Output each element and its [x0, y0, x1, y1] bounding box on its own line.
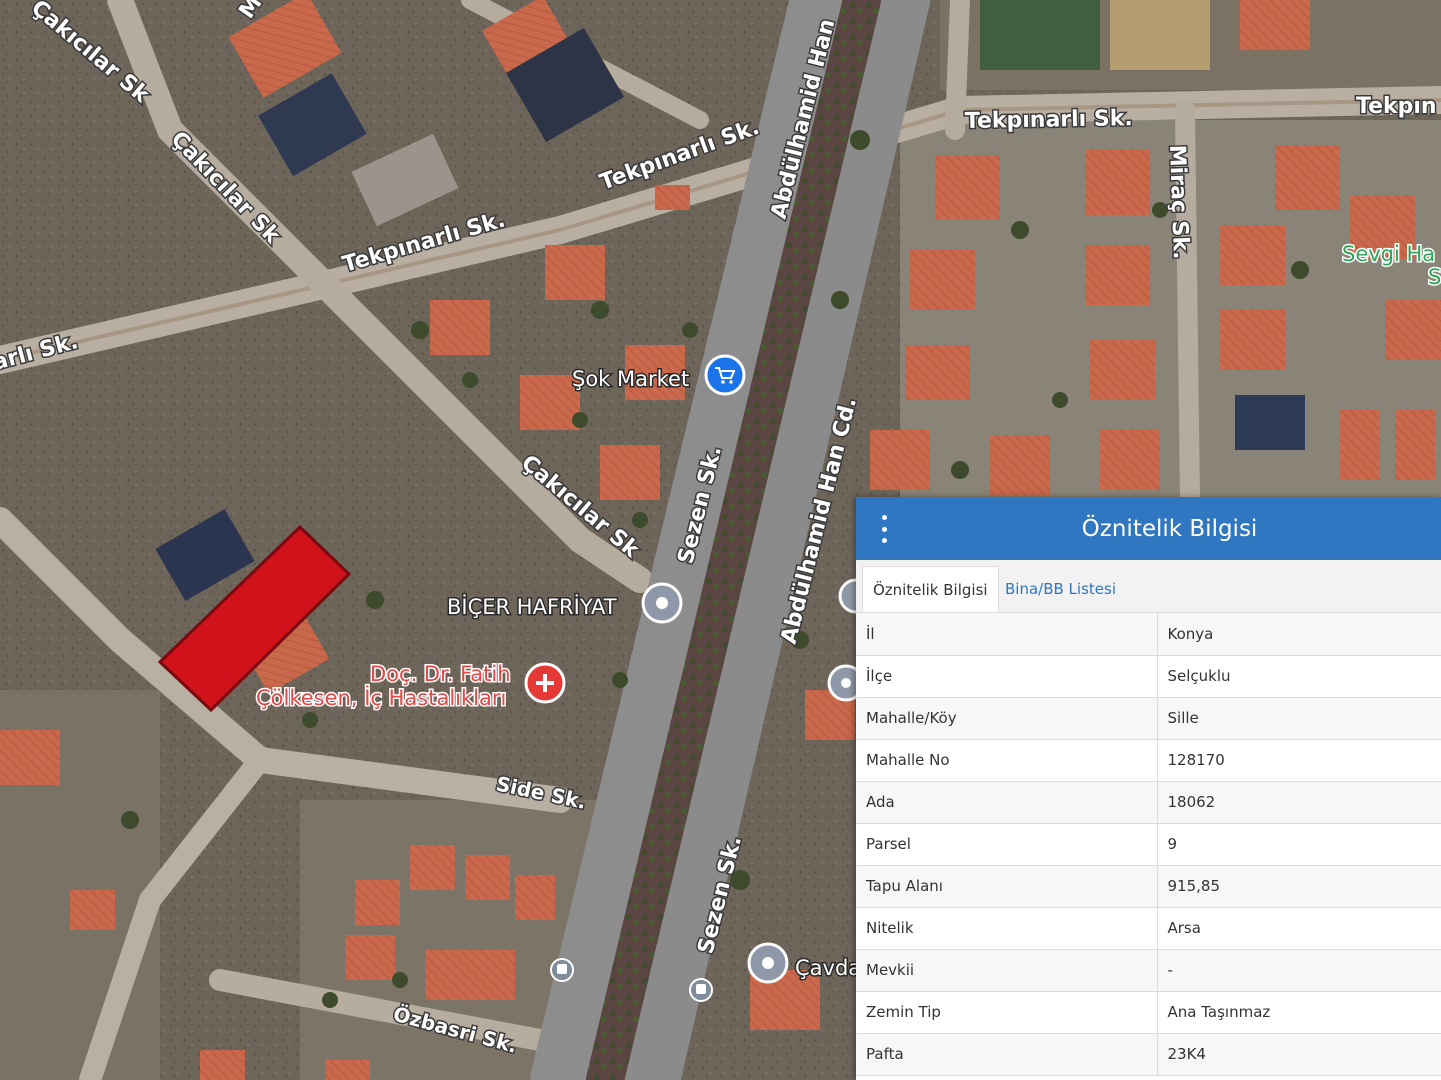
attribute-value: - [1157, 949, 1441, 992]
table-row: İl Konya [856, 613, 1441, 656]
poi-label-doctor-1: Doç. Dr. Fatih [370, 662, 511, 686]
tab-attribute-info[interactable]: Öznitelik Bilgisi [862, 566, 999, 612]
attribute-value: 9 [1157, 823, 1441, 866]
poi-label-bicer: BİÇER HAFRİYAT [447, 594, 617, 619]
poi-label-cavda: Çavda [795, 956, 861, 980]
road-label-tekpinarli-3: Tekpınarlı Sk. [965, 106, 1133, 134]
attribute-key: Tapu Alanı [856, 865, 1158, 908]
panel-header: Öznitelik Bilgisi [856, 497, 1441, 560]
attribute-value: 18062 [1157, 781, 1441, 824]
table-row: İlçe Selçuklu [856, 655, 1441, 698]
poi-label-sevgi-1: Sevgi Ha [1342, 242, 1435, 266]
attribute-value: 915,85 [1157, 865, 1441, 908]
kebab-menu-icon[interactable] [876, 515, 892, 543]
attribute-value: Ana Taşınmaz [1157, 991, 1441, 1034]
bus-stop-icon[interactable] [550, 958, 574, 982]
table-row: Parsel 9 [856, 823, 1441, 866]
attribute-key: İl [856, 613, 1158, 656]
panel-tabs: Öznitelik Bilgisi Bina/BB Listesi [856, 560, 1441, 613]
tab-building-list[interactable]: Bina/BB Listesi [995, 566, 1126, 612]
attribute-key: Ada [856, 781, 1158, 824]
table-row: Mahalle No 128170 [856, 739, 1441, 782]
table-row: Ada 18062 [856, 781, 1441, 824]
shopping-cart-icon [704, 354, 746, 396]
attribute-key: İlçe [856, 655, 1158, 698]
attribute-value: Selçuklu [1157, 655, 1441, 698]
attribute-key: Pafta [856, 1033, 1158, 1076]
attribute-value: Sille [1157, 697, 1441, 740]
attribute-value: 128170 [1157, 739, 1441, 782]
table-row: Mahalle/Köy Sille [856, 697, 1441, 740]
road-label-tekpinarli-4: Tekpın [1356, 94, 1437, 119]
attribute-key: Mahalle No [856, 739, 1158, 782]
attribute-key: Nitelik [856, 907, 1158, 950]
poi-label-sok-market: Şok Market [572, 367, 689, 391]
table-row: Mevkii - [856, 949, 1441, 992]
attribute-value: 23K4 [1157, 1033, 1441, 1076]
attribute-panel: Öznitelik Bilgisi Öznitelik Bilgisi Bina… [856, 497, 1441, 1080]
attribute-key: Mevkii [856, 949, 1158, 992]
attribute-value: Arsa [1157, 907, 1441, 950]
attribute-value: Konya [1157, 613, 1441, 656]
bus-stop-icon[interactable] [689, 978, 713, 1002]
poi-label-doctor-2: Çölkesen, İç Hastalıkları [256, 685, 506, 710]
attribute-key: Zemin Tip [856, 991, 1158, 1034]
poi-label-sevgi-2: S [1428, 265, 1441, 289]
attribute-table: İl Konya İlçe Selçuklu Mahalle/Köy Sille Mahal… [856, 613, 1441, 1076]
table-row: Tapu Alanı 915,85 [856, 865, 1441, 908]
road-label-mirac: Miraç Sk. [1164, 144, 1193, 259]
attribute-key: Mahalle/Köy [856, 697, 1158, 740]
table-row: Pafta 23K4 [856, 1033, 1441, 1076]
table-row: Nitelik Arsa [856, 907, 1441, 950]
table-row: Zemin Tip Ana Taşınmaz [856, 991, 1441, 1034]
panel-title: Öznitelik Bilgisi [1081, 515, 1258, 542]
attribute-key: Parsel [856, 823, 1158, 866]
